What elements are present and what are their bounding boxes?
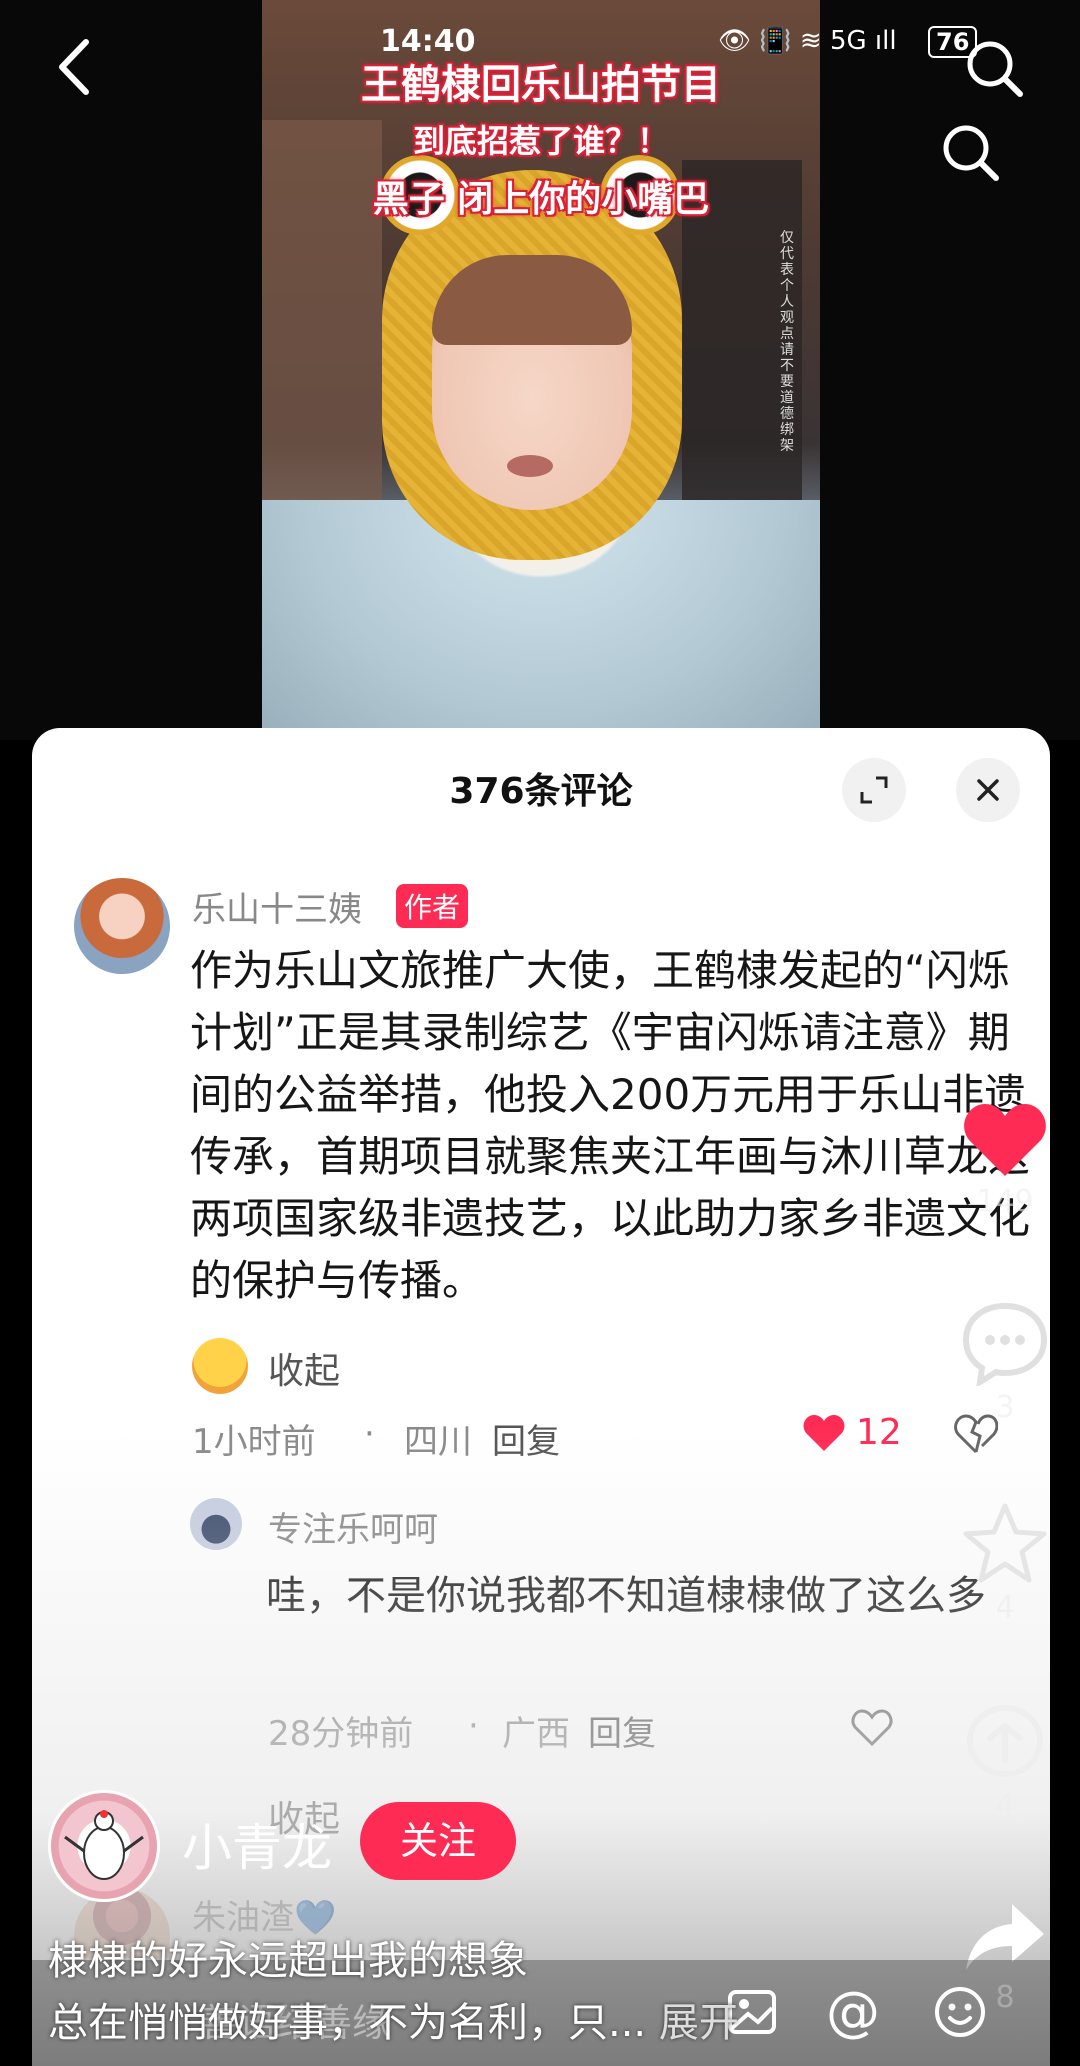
- comment-username[interactable]: 专注乐呵呵: [268, 1502, 438, 1551]
- comment-location: 四川: [404, 1422, 472, 1462]
- author-badge: 作者: [396, 884, 469, 928]
- comment-like-button[interactable]: 12: [802, 1412, 902, 1453]
- close-icon: [977, 779, 999, 801]
- heart-outline-icon: [851, 1709, 893, 1747]
- collapse-button[interactable]: 收起: [268, 1342, 340, 1394]
- emoji-icon: [935, 1987, 985, 2037]
- expand-button[interactable]: [842, 758, 906, 822]
- comment-time: 28分钟前: [268, 1714, 414, 1754]
- reply-button[interactable]: 回复: [492, 1414, 560, 1463]
- person-mouth: [507, 455, 553, 477]
- creator-info: 小青龙 关注: [48, 1790, 748, 1902]
- search-icon: [967, 41, 1023, 97]
- video-player[interactable]: 王鹤棣回乐山拍节目 到底招惹了谁？！ 黑子 闭上你的小嘴巴 仅代表个人观点 请不…: [0, 0, 1080, 740]
- video-frame: 王鹤棣回乐山拍节目 到底招惹了谁？！ 黑子 闭上你的小嘴巴 仅代表个人观点 请不…: [262, 0, 820, 740]
- video-like-button[interactable]: 149: [950, 1100, 1060, 1219]
- meta-separator: ·: [468, 1706, 479, 1746]
- video-caption-line-2: 总在悄悄做好事，不为名利，只... 展开: [48, 1990, 928, 2048]
- follow-button[interactable]: 关注: [360, 1802, 516, 1880]
- video-side-note: 仅代表个人观点 请不要道德绑架: [780, 230, 794, 454]
- comment-like-count: 12: [856, 1412, 902, 1453]
- comment-text: 作为乐山文旅推广大使，王鹤棣发起的“闪烁计划”正是其录制综艺《宇宙闪烁请注意》期…: [190, 946, 1031, 1305]
- video-caption-text: 总在悄悄做好事，不为名利，只...: [48, 2000, 647, 2046]
- comment-time: 1小时前: [192, 1422, 316, 1462]
- crane-logo-icon: [64, 1810, 144, 1880]
- expand-icon: [860, 776, 888, 804]
- close-button[interactable]: [956, 758, 1020, 822]
- creator-name[interactable]: 小青龙: [182, 1808, 332, 1880]
- star-icon: [963, 1503, 1047, 1583]
- comment-like-button[interactable]: [850, 1708, 894, 1752]
- status-icons: 👁 📳 ≋ 5G ıll: [718, 26, 897, 56]
- avatar[interactable]: [74, 878, 170, 974]
- comment-location: 广西: [502, 1714, 570, 1754]
- heart-filled-icon: [964, 1104, 1046, 1176]
- video-overlay-title-3: 黑子 闭上你的小嘴巴: [372, 179, 710, 220]
- search-icon: [943, 125, 999, 181]
- video-favorite-count: 4: [995, 1590, 1015, 1625]
- video-like-count: 149: [976, 1184, 1034, 1219]
- video-comment-button[interactable]: 3: [950, 1300, 1060, 1425]
- avatar[interactable]: [190, 1498, 242, 1550]
- recommend-icon: [966, 1704, 1044, 1778]
- comment-username[interactable]: 乐山十三姨: [192, 882, 362, 931]
- reply-button[interactable]: 回复: [588, 1706, 656, 1755]
- meta-separator: ·: [364, 1414, 375, 1454]
- video-overlay-title-2: 到底招惹了谁？！: [412, 122, 669, 160]
- video-favorite-button[interactable]: 4: [950, 1500, 1060, 1625]
- video-caption-line-1: 棣棣的好永远超出我的想象: [48, 1938, 528, 1984]
- video-comment-count: 3: [995, 1390, 1015, 1425]
- comment-text: 哇，不是你说我都不知道棣棣做了这么多: [266, 1573, 986, 1619]
- video-overlay-title-1: 王鹤棣回乐山拍节目: [361, 62, 721, 108]
- heart-filled-icon: [803, 1414, 845, 1451]
- video-search-button[interactable]: [936, 118, 1006, 188]
- status-time: 14:40: [380, 24, 476, 59]
- video-recommend-count: 4: [995, 1788, 1015, 1823]
- caption-expand-button[interactable]: 展开: [659, 2000, 739, 2046]
- emoji-button[interactable]: [932, 1984, 992, 2044]
- comment-bubble-icon: [962, 1302, 1048, 1388]
- back-button[interactable]: [48, 32, 108, 102]
- creator-avatar[interactable]: [48, 1790, 160, 1902]
- video-recommend-button[interactable]: 4: [950, 1698, 1060, 1823]
- chevron-left-icon: [59, 39, 89, 95]
- hug-emoji-icon: [192, 1338, 248, 1394]
- search-button[interactable]: [960, 34, 1030, 104]
